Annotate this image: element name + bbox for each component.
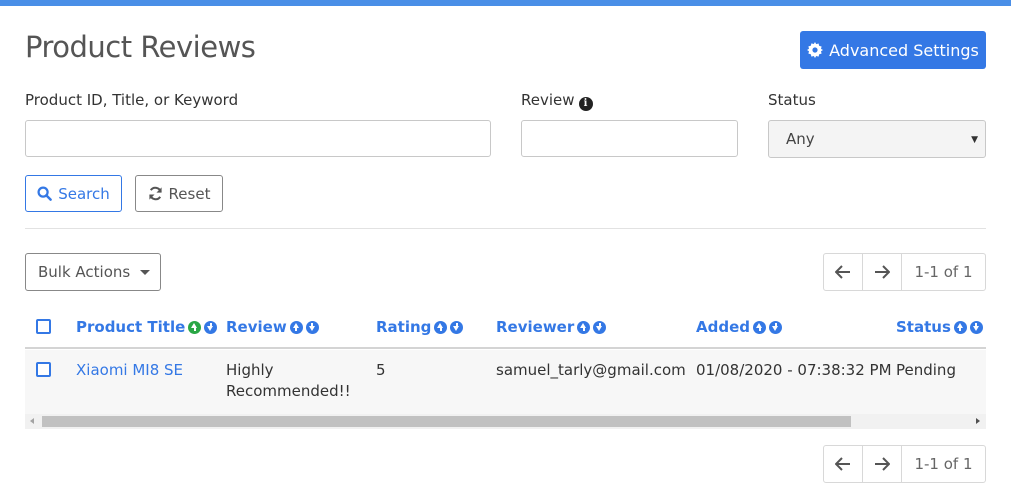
sort-descending-icon[interactable] <box>204 320 218 334</box>
advanced-settings-button[interactable]: Advanced Settings <box>800 31 986 69</box>
review-label-wrap: Review i <box>521 91 593 111</box>
bulk-actions-dropdown[interactable]: Bulk Actions <box>25 253 161 291</box>
review-text: Highly Recommended!! <box>226 361 351 400</box>
info-icon[interactable]: i <box>578 97 593 111</box>
review-label: Review <box>521 91 575 109</box>
search-button-label: Search <box>58 184 110 203</box>
sort-descending-icon[interactable] <box>593 320 607 334</box>
arrow-left-icon <box>835 265 850 279</box>
horizontal-scrollbar[interactable] <box>25 414 986 429</box>
added-date: 01/08/2020 - 07:38:32 PM <box>696 361 892 379</box>
table-row: Xiaomi MI8 SE Highly Recommended!! 5 sam… <box>25 350 986 414</box>
prev-page-button[interactable] <box>824 446 863 482</box>
pagination-bottom: 1-1 of 1 <box>823 445 986 483</box>
sort-descending-icon[interactable] <box>305 320 319 334</box>
advanced-settings-label: Advanced Settings <box>829 40 979 60</box>
product-title-link[interactable]: Xiaomi MI8 SE <box>76 360 183 381</box>
row-checkbox[interactable] <box>36 362 51 377</box>
sort-ascending-icon[interactable] <box>289 320 303 334</box>
bulk-actions-label: Bulk Actions <box>38 263 131 281</box>
reset-button-label: Reset <box>168 184 211 203</box>
refresh-icon <box>148 186 162 201</box>
column-reviewer[interactable]: Reviewer <box>496 318 607 336</box>
sort-ascending-icon[interactable] <box>577 320 591 334</box>
caret-down-icon <box>140 269 151 275</box>
page-range: 1-1 of 1 <box>914 455 973 473</box>
sort-descending-icon[interactable] <box>450 320 464 334</box>
keyword-label: Product ID, Title, or Keyword <box>25 91 239 109</box>
next-page-button[interactable] <box>863 254 902 290</box>
sort-descending-icon[interactable] <box>769 320 782 334</box>
scrollbar-thumb[interactable] <box>42 416 851 427</box>
select-all-checkbox[interactable] <box>36 319 51 334</box>
sort-ascending-icon[interactable] <box>753 320 766 334</box>
arrow-left-icon <box>835 457 850 471</box>
status-label: Status <box>768 91 816 109</box>
rating-value: 5 <box>376 361 386 379</box>
caret-down-icon: ▼ <box>971 135 978 145</box>
page-title: Product Reviews <box>25 30 256 64</box>
status-value: Pending <box>896 361 956 379</box>
table-header: Product Title Review Rating Reviewer Add… <box>25 309 986 349</box>
next-page-button[interactable] <box>863 446 902 482</box>
column-review[interactable]: Review <box>226 318 319 336</box>
column-status[interactable]: Status <box>896 318 983 336</box>
status-select[interactable]: Any ▼ <box>768 120 986 158</box>
sort-ascending-icon[interactable] <box>953 320 967 334</box>
keyword-input[interactable] <box>25 120 491 157</box>
gear-icon <box>807 42 824 58</box>
arrow-right-icon <box>875 457 890 471</box>
scroll-left-icon[interactable] <box>30 418 34 424</box>
arrow-right-icon <box>875 265 890 279</box>
pagination-top: 1-1 of 1 <box>823 253 986 291</box>
sort-ascending-icon[interactable] <box>188 320 202 334</box>
column-product-title[interactable]: Product Title <box>76 318 218 336</box>
search-button[interactable]: Search <box>25 175 122 212</box>
sort-descending-icon[interactable] <box>969 320 983 334</box>
prev-page-button[interactable] <box>824 254 863 290</box>
reviewer-email: samuel_tarly@gmail.com <box>496 361 686 379</box>
column-rating[interactable]: Rating <box>376 318 464 336</box>
column-added[interactable]: Added <box>696 318 782 336</box>
page-range: 1-1 of 1 <box>914 263 973 281</box>
reset-button[interactable]: Reset <box>135 175 223 212</box>
section-divider <box>25 228 986 229</box>
top-accent-bar <box>0 0 1011 6</box>
sort-ascending-icon[interactable] <box>434 320 448 334</box>
status-select-value: Any <box>786 130 815 148</box>
scroll-right-icon[interactable] <box>976 418 980 424</box>
search-icon <box>37 186 53 201</box>
review-input[interactable] <box>521 120 738 157</box>
